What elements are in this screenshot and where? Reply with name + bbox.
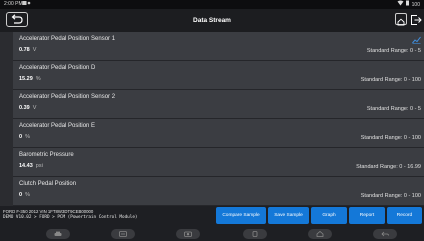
graph-icon[interactable] (412, 36, 421, 44)
data-stream-list: Accelerator Pedal Position Sensor 1 0.78… (13, 32, 424, 206)
battery-level: 100 (411, 2, 420, 8)
recent-apps-icon (252, 231, 258, 237)
back-button[interactable] (6, 12, 28, 27)
parameter-value: 0.39 V (19, 105, 36, 111)
value-number: 0 (19, 192, 23, 198)
home-button[interactable] (395, 13, 407, 26)
standard-range: Standard Range: 0 - 16.99 (356, 164, 421, 170)
nav-back-button[interactable] (373, 229, 397, 239)
parameter-name: Accelerator Pedal Position D (19, 65, 96, 71)
data-row[interactable]: Clutch Pedal Position 0% Standard Range:… (13, 177, 424, 206)
standard-range: Standard Range: 0 - 100 (360, 77, 421, 83)
back-icon (381, 231, 389, 237)
wifi-icon (397, 0, 404, 6)
notification-icon (22, 1, 31, 5)
exit-icon (411, 15, 422, 25)
page-title: Data Stream (193, 17, 231, 24)
standard-range: Standard Range: 0 - 100 (360, 135, 421, 141)
value-number: 14.43 (19, 163, 33, 169)
diagnostic-path: DEMO V10.02 > FORD > PCM (Powertrain Con… (3, 215, 138, 220)
value-number: 15.29 (19, 76, 33, 82)
bottom-panel: FORD F-350 2012 VIN 1FT8W3DT9CEB00000 DE… (0, 206, 424, 241)
data-row[interactable]: Accelerator Pedal Position Sensor 2 0.39… (13, 90, 424, 119)
header-bar: Data Stream (0, 9, 424, 32)
vci-icon (119, 231, 127, 237)
nav-home-button[interactable] (308, 229, 332, 239)
parameter-name: Barometric Pressure (19, 152, 74, 158)
parameter-name: Accelerator Pedal Position Sensor 1 (19, 36, 116, 42)
parameter-value: 15.29% (19, 76, 41, 82)
nav-button[interactable] (46, 229, 70, 239)
save-sample-button[interactable]: Save Sample (268, 207, 309, 224)
car-icon (54, 231, 62, 236)
vehicle-info: FORD F-350 2012 VIN 1FT8W3DT9CEB00000 DE… (3, 209, 138, 221)
value-unit: V (32, 105, 37, 111)
value-unit: % (35, 76, 41, 82)
value-number: 0 (19, 134, 23, 140)
value-unit: % (25, 134, 30, 140)
record-button[interactable]: Record (387, 207, 422, 224)
value-number: 0.78 (19, 47, 30, 53)
data-row[interactable]: Accelerator Pedal Position E 0% Standard… (13, 119, 424, 148)
camera-icon (184, 231, 192, 237)
parameter-value: 0% (19, 134, 30, 140)
parameter-value: 0.78 V (19, 47, 36, 53)
home-icon (316, 231, 324, 237)
status-time: 2:00 PM (4, 1, 23, 7)
standard-range: Standard Range: 0 - 100 (360, 193, 421, 199)
compare-sample-button[interactable]: Compare Sample (216, 207, 266, 224)
value-unit: psi (35, 163, 43, 169)
parameter-value: 0% (19, 192, 30, 198)
data-row[interactable]: Barometric Pressure 14.43 psi Standard Ra… (13, 148, 424, 177)
value-number: 0.39 (19, 105, 30, 111)
value-unit: % (25, 192, 30, 198)
report-button[interactable]: Report (349, 207, 385, 224)
home-icon (397, 18, 405, 26)
exit-button[interactable] (410, 13, 422, 25)
status-bar: 2:00 PM 100 (0, 0, 424, 9)
standard-range: Standard Range: 0 - 5 (366, 48, 421, 54)
battery-icon (406, 0, 410, 6)
parameter-name: Clutch Pedal Position (19, 181, 77, 187)
data-row[interactable]: Accelerator Pedal Position D 15.29% Stan… (13, 61, 424, 90)
nav-recent-button[interactable] (243, 229, 267, 239)
back-arrow-icon (11, 14, 23, 24)
parameter-value: 14.43 psi (19, 163, 43, 169)
nav-button[interactable] (111, 229, 135, 239)
nav-button[interactable] (176, 229, 200, 239)
parameter-name: Accelerator Pedal Position E (19, 123, 96, 129)
parameter-name: Accelerator Pedal Position Sensor 2 (19, 94, 116, 100)
graph-button[interactable]: Graph (311, 207, 347, 224)
data-row[interactable]: Accelerator Pedal Position Sensor 1 0.78… (13, 32, 424, 61)
system-nav-bar (0, 226, 424, 241)
value-unit: V (32, 47, 37, 53)
standard-range: Standard Range: 0 - 5 (366, 106, 421, 112)
